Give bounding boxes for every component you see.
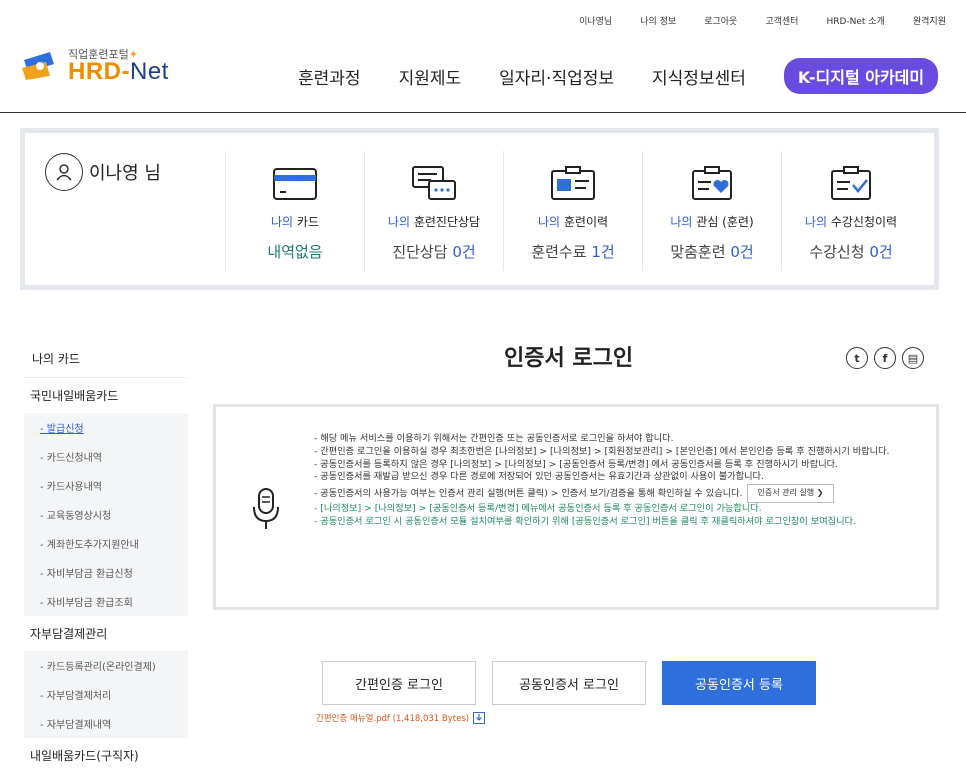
util-user[interactable]: 이나영님 [579,14,612,27]
notice-item: - 공동인증서의 사용가능 여부는 인증서 관리 실행(버튼 클릭) > 인증서… [314,484,924,503]
heart-folder-icon [692,166,732,200]
sidebar-item[interactable]: - 계좌한도추가지원안내 [24,529,188,558]
sidebar-submenu: - 카드등록관리(온라인결제) - 자부담결제처리 - 자부담결제내역 [24,651,188,738]
sidebar-submenu: - 발급신청 - 카드신청내역 - 카드사용내역 - 교육동영상시청 - 계좌한… [24,413,188,616]
share-tools: t f ▤ [846,347,924,369]
cell-history[interactable]: 나의 훈련이력 훈련수료 1건 [503,151,642,271]
my-summary-panel: 이나영 님 나의 카드 내역없음 나의 훈련진단상담 진단상담 0건 나의 훈련… [20,128,939,290]
user-name: 이나영 님 [89,163,161,184]
user-icon [56,164,72,181]
cert-register-button[interactable]: 공동인증서 등록 [662,661,816,705]
cert-manage-button[interactable]: 인증서 관리 실행 ❯ [746,484,835,503]
facebook-icon[interactable]: f [874,347,896,369]
avatar [45,153,83,191]
notice-item-highlight: - 공동인증서 로그인 시 공동인증서 모듈 설치여부를 확인하기 위해 [공동… [314,515,856,527]
notice-item: - 공동인증서를 재발급 받으신 경우 다른 경로에 저장되어 있던 공동인증서… [314,471,764,483]
user-info: 이나영 님 [45,153,161,191]
card-icon [273,168,317,200]
nav-support[interactable]: 지원제도 [399,64,462,89]
check-folder-icon [831,166,871,200]
util-support[interactable]: 고객센터 [765,14,798,27]
sidebar-item[interactable]: - 자부담결제처리 [24,680,188,709]
simple-auth-login-button[interactable]: 간편인증 로그인 [322,661,476,705]
util-about[interactable]: HRD-Net 소개 [826,14,884,27]
sidebar-item[interactable]: - 자부담결제내역 [24,709,188,738]
twitter-icon[interactable]: t [846,347,868,369]
cell-my-card[interactable]: 나의 카드 내역없음 [225,151,364,271]
chat-icon [412,166,456,200]
util-logout[interactable]: 로그아웃 [704,14,737,27]
microphone-icon [253,488,279,529]
sidebar: 나의 카드 국민내일배움카드 - 발급신청 - 카드신청내역 - 카드사용내역 … [24,340,188,772]
cell-consult[interactable]: 나의 훈련진단상담 진단상담 0건 [364,151,503,271]
manual-link[interactable]: 간편인증 매뉴얼.pdf (1,418,031 Bytes) [316,712,469,724]
main-nav: 훈련과정 지원제도 일자리·직업정보 지식정보센터 K-디지털 아카데미 [298,58,939,94]
sidebar-item-apply[interactable]: - 발급신청 [24,413,188,442]
nav-training[interactable]: 훈련과정 [298,64,361,89]
sidebar-item[interactable]: - 교육동영상시청 [24,500,188,529]
util-remote[interactable]: 원격지원 [913,14,946,27]
history-icon [551,166,595,200]
cell-enroll[interactable]: 나의 수강신청이력 수강신청 0건 [781,151,920,271]
sidebar-group-self-pay[interactable]: 자부담결제관리 [24,616,188,651]
cert-login-button[interactable]: 공동인증서 로그인 [492,661,646,705]
notice-item-highlight: - [나의정보] > [나의정보] > [공동인증서 등록/변경] 메뉴에서 공… [314,502,762,514]
header-divider [0,112,966,113]
sidebar-group-national-card[interactable]: 국민내일배움카드 [24,378,188,413]
sidebar-item[interactable]: - 카드신청내역 [24,442,188,471]
logo-text: HRD-Net [68,58,169,85]
manual-download[interactable]: 간편인증 매뉴얼.pdf (1,418,031 Bytes) [316,712,486,724]
utility-nav: 이나영님 나의 정보 로그아웃 고객센터 HRD-Net 소개 원격지원 [551,14,946,27]
logo-icon [22,52,54,80]
sidebar-group-jobseeker[interactable]: 내일배움카드(구직자) [24,738,188,772]
sidebar-title: 나의 카드 [24,340,188,378]
sidebar-item[interactable]: - 카드사용내역 [24,471,188,500]
page-title: 인증서 로그인 [504,346,634,371]
notice-box: - 해당 메뉴 서비스를 이용하기 위해서는 간편인증 또는 공동인증서로 로그… [213,404,939,610]
notice-item: - 간편인증 로그인을 이용하실 경우 최초한번은 [나의정보] > [나의정보… [314,445,890,457]
cell-interest[interactable]: 나의 관심 (훈련) 맞춤훈련 0건 [642,151,781,271]
sidebar-item[interactable]: - 자비부담금 환급조회 [24,587,188,616]
site-logo[interactable]: 직업훈련포털✦ HRD-Net [20,44,190,92]
nav-jobs[interactable]: 일자리·직업정보 [499,64,614,89]
notice-item: - 해당 메뉴 서비스를 이용하기 위해서는 간편인증 또는 공동인증서로 로그… [314,433,674,444]
notice-item: - 공동인증서를 등록하지 않은 경우 [나의정보] > [나의정보] > [공… [314,458,839,470]
nav-k-digital[interactable]: K-디지털 아카데미 [783,58,939,94]
card-status: 내역없음 [267,243,323,261]
nav-knowledge[interactable]: 지식정보센터 [652,64,746,89]
download-icon[interactable] [473,712,486,724]
util-my-info[interactable]: 나의 정보 [640,14,676,27]
login-buttons: 간편인증 로그인 공동인증서 로그인 공동인증서 등록 [322,661,816,705]
notice-list: - 해당 메뉴 서비스를 이용하기 위해서는 간편인증 또는 공동인증서로 로그… [314,433,924,529]
sidebar-item[interactable]: - 카드등록관리(온라인결제) [24,651,188,680]
print-icon[interactable]: ▤ [902,347,924,369]
sidebar-item[interactable]: - 자비부담금 환급신청 [24,558,188,587]
